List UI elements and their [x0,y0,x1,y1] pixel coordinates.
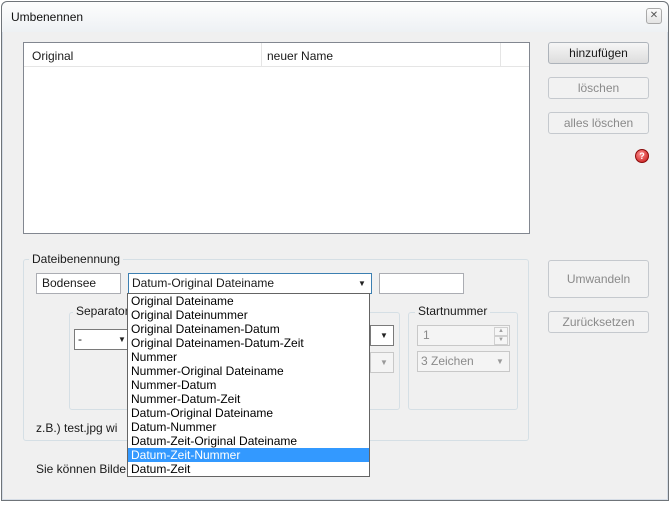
format-select[interactable]: ▼ [370,325,394,346]
suffix-input[interactable] [379,273,464,294]
dropdown-option[interactable]: Nummer-Original Dateiname [128,364,369,378]
example-text: z.B.) test.jpg wi [36,421,118,435]
startnumber-value: 1 [423,328,430,342]
dropdown-option[interactable]: Nummer-Datum-Zeit [128,392,369,406]
dropdown-option[interactable]: Datum-Original Dateiname [128,406,369,420]
dropdown-option[interactable]: Original Dateinummer [128,308,369,322]
name-input[interactable]: Bodensee [36,273,121,294]
naming-scheme-dropdown[interactable]: Original Dateiname Original Dateinummer … [127,293,370,477]
chevron-down-icon: ▼ [380,358,388,367]
column-divider[interactable] [261,43,262,67]
close-button[interactable]: ✕ [646,8,662,24]
reset-button[interactable]: Zurücksetzen [548,311,649,333]
delete-button[interactable]: löschen [548,77,649,99]
dropdown-option[interactable]: Original Dateinamen-Datum-Zeit [128,336,369,350]
add-button[interactable]: hinzufügen [548,42,649,64]
info-text: Sie können Bilde [36,462,127,476]
dropdown-option[interactable]: Nummer-Datum [128,378,369,392]
dropdown-option[interactable]: Datum-Nummer [128,420,369,434]
title-bar: Umbenennen ✕ [2,2,668,32]
dropdown-option[interactable]: Original Dateinamen-Datum [128,322,369,336]
convert-button[interactable]: Umwandeln [548,260,649,298]
close-icon: ✕ [649,10,659,21]
naming-group-label: Dateibenennung [29,252,124,266]
digits-value: 3 Zeichen [421,354,474,368]
startnumber-group-label: Startnummer [415,304,491,318]
file-list[interactable]: Original neuer Name [23,42,530,234]
column-divider[interactable] [500,43,501,67]
dropdown-option[interactable]: Datum-Zeit [128,462,369,476]
column-new-name[interactable]: neuer Name [267,49,333,63]
help-icon[interactable]: ? [635,149,649,163]
dropdown-option[interactable]: Original Dateiname [128,294,369,308]
list-header: Original neuer Name [24,43,529,67]
digits-select[interactable]: 3 Zeichen ▼ [417,351,510,372]
dropdown-option-highlighted[interactable]: Datum-Zeit-Nummer [128,448,369,462]
dropdown-option[interactable]: Datum-Zeit-Original Dateiname [128,434,369,448]
format-select-2[interactable]: ▼ [370,352,394,373]
delete-all-button[interactable]: alles löschen [548,112,649,134]
chevron-down-icon: ▼ [380,331,388,340]
naming-scheme-select[interactable]: Datum-Original Dateiname ▼ [128,273,372,294]
separator-select[interactable]: - ▼ [74,329,132,350]
spin-up-icon[interactable]: ▲ [494,327,508,336]
naming-scheme-value: Datum-Original Dateiname [132,276,275,290]
startnumber-input[interactable]: 1 ▲ ▼ [417,325,510,346]
separator-group-label: Separator [73,304,132,318]
spin-down-icon[interactable]: ▼ [494,336,508,345]
separator-value: - [78,332,82,346]
window-title: Umbenennen [11,10,84,24]
chevron-down-icon: ▼ [358,279,366,288]
column-original[interactable]: Original [32,49,73,63]
dropdown-option[interactable]: Nummer [128,350,369,364]
chevron-down-icon: ▼ [496,357,504,366]
